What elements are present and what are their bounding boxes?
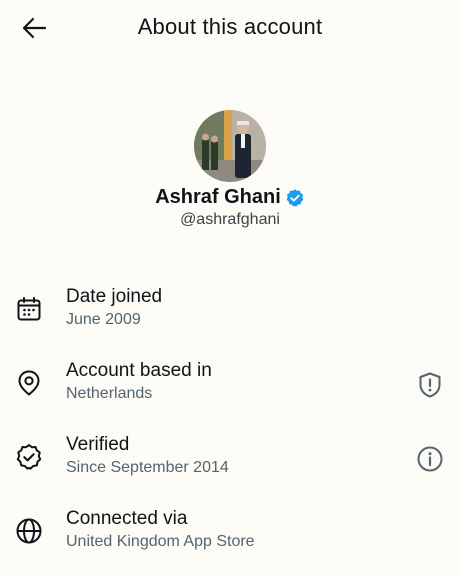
info-icon [417, 446, 443, 472]
row-value: June 2009 [66, 311, 141, 328]
row-account-based-in: Account based in Netherlands [0, 360, 460, 416]
row-text: Account based in Netherlands [66, 360, 212, 405]
verified-badge-outline-icon [14, 442, 44, 472]
row-connected-via: Connected via United Kingdom App Store [0, 508, 460, 564]
row-label: Date joined [66, 286, 163, 307]
row-label: Connected via [66, 508, 188, 529]
avatar-image [194, 110, 266, 182]
row-text: Verified Since September 2014 [66, 434, 229, 479]
globe-icon [14, 516, 44, 546]
row-value: Netherlands [66, 385, 153, 402]
avatar[interactable] [194, 110, 266, 182]
row-value: Since September 2014 [66, 459, 229, 476]
row-label: Account based in [66, 360, 212, 381]
row-text: Connected via United Kingdom App Store [66, 508, 255, 553]
shield-alert-icon [419, 372, 441, 398]
profile-section: Ashraf Ghani @ashrafghani [0, 110, 460, 229]
row-value: United Kingdom App Store [66, 533, 255, 550]
row-verified: Verified Since September 2014 [0, 434, 460, 490]
account-location-info-button[interactable] [412, 367, 448, 403]
name-row: Ashraf Ghani [0, 186, 460, 209]
username-handle: @ashrafghani [180, 211, 280, 228]
verified-info-button[interactable] [412, 441, 448, 477]
location-pin-icon [14, 368, 44, 398]
calendar-icon [14, 294, 44, 324]
row-label: Verified [66, 434, 130, 455]
page-title: About this account [137, 14, 323, 39]
display-name: Ashraf Ghani [155, 186, 281, 208]
row-text: Date joined June 2009 [66, 286, 162, 331]
row-date-joined: Date joined June 2009 [0, 286, 460, 342]
header: About this account [0, 0, 460, 56]
verified-badge-icon [286, 188, 304, 206]
